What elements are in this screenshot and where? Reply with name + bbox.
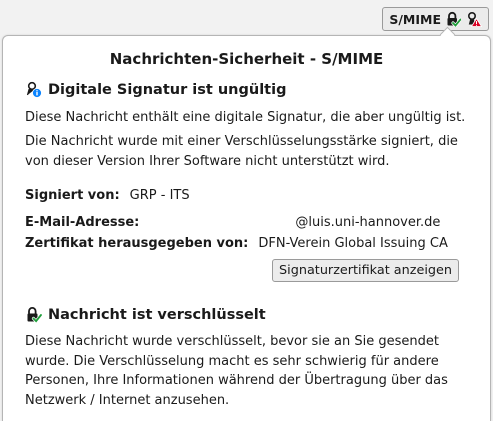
signed-by-label: Signiert von: [25, 188, 120, 203]
toolbar-strip: S/MIME [0, 0, 493, 36]
issuer-value: DFN-Verein Global Issuing CA [258, 236, 448, 251]
email-domain: @luis.uni-hannover.de [295, 215, 441, 230]
signature-info-icon [25, 81, 42, 98]
signed-by-value: GRP - ITS [129, 188, 190, 203]
issuer-row: Zertifikat herausgegeben von: DFN-Verein… [25, 236, 448, 251]
email-label: E-Mail-Adresse: [25, 215, 140, 230]
issuer-label: Zertifikat herausgegeben von: [25, 236, 249, 251]
smime-button-label: S/MIME [389, 11, 441, 27]
signature-heading-text: Digitale Signatur ist ungültig [48, 81, 287, 98]
lock-check-icon [25, 306, 42, 323]
email-row: E-Mail-Adresse: @luis.uni-hannover.de [25, 212, 440, 230]
email-redacted-part [147, 212, 296, 226]
view-signature-certificate-button[interactable]: Signaturzertifikat anzeigen [272, 259, 459, 282]
message-security-panel: Nachrichten-Sicherheit - S/MIME Digitale… [2, 35, 491, 421]
signature-strength-text: Die Nachricht wurde mit einer Verschlüss… [25, 134, 458, 169]
lock-check-icon [445, 11, 461, 27]
encryption-heading-text: Nachricht ist verschlüsselt [48, 306, 266, 323]
signed-by-row: Signiert von: GRP - ITS [25, 188, 190, 203]
panel-title: Nachrichten-Sicherheit - S/MIME [109, 50, 384, 68]
encryption-description: Diese Nachricht wurde verschlüsselt, bev… [25, 334, 448, 408]
encryption-section-heading: Nachricht ist verschlüsselt [25, 306, 266, 323]
signature-section-heading: Digitale Signatur ist ungültig [25, 81, 286, 98]
signature-warning-icon [465, 11, 482, 27]
smime-button[interactable]: S/MIME [382, 7, 489, 31]
signature-invalid-text: Diese Nachricht enthält eine digitale Si… [25, 110, 466, 125]
